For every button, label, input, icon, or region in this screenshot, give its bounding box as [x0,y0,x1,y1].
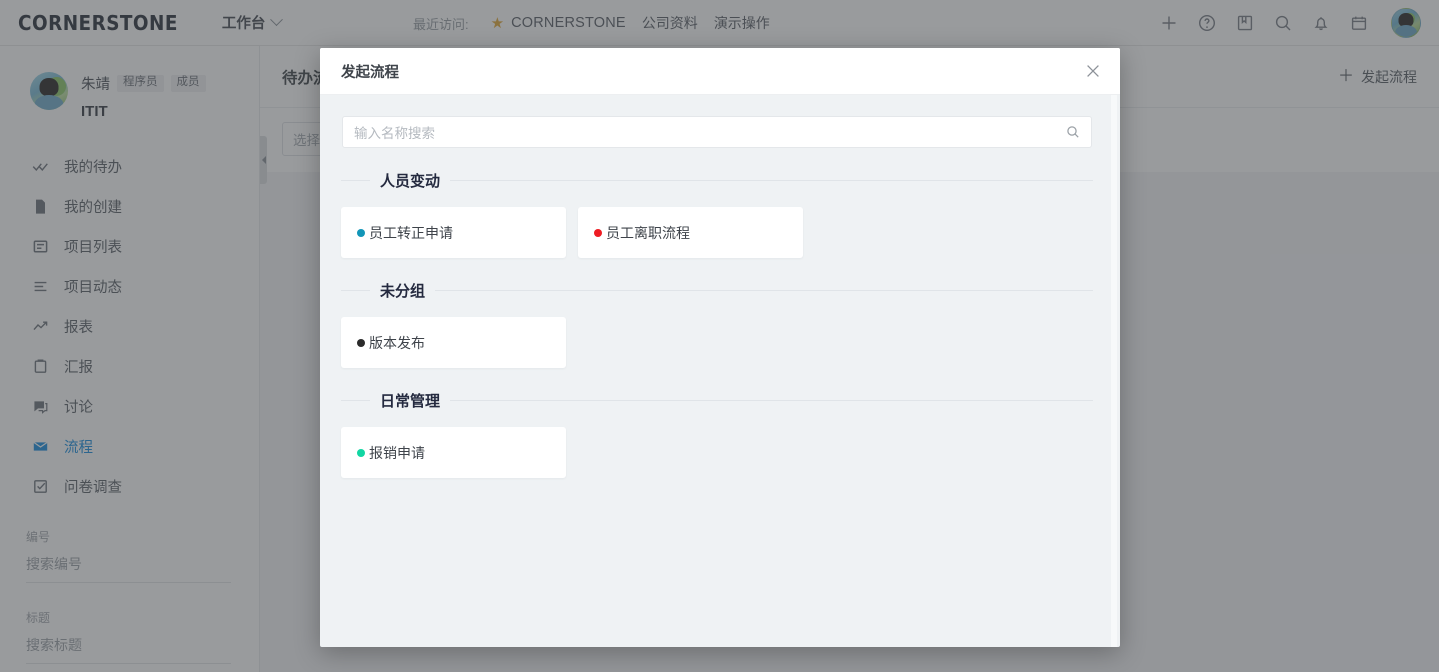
process-card-label: 报销申请 [369,444,425,461]
group-divider-left [341,400,370,401]
process-card[interactable]: 员工转正申请 [341,207,566,258]
dialog-header: 发起流程 [320,48,1120,95]
group-items: 报销申请 [341,427,1093,478]
group-divider-right [450,400,1093,401]
group-divider-left [341,180,370,181]
dialog-search-row: 输入名称搜索 [341,116,1093,148]
process-card[interactable]: 版本发布 [341,317,566,368]
dialog-scrollbar[interactable] [1111,95,1117,647]
dialog-scroll-area: 输入名称搜索 人员变动 员工转正申请 员工离职流程 未分组 版本发布 日常管理 … [320,95,1120,647]
group-items: 员工转正申请 员工离职流程 [341,207,1093,258]
group-divider-right [450,180,1093,181]
dialog-body: 输入名称搜索 人员变动 员工转正申请 员工离职流程 未分组 版本发布 日常管理 … [320,95,1120,647]
search-icon[interactable] [1066,125,1080,139]
group-title: 未分组 [380,283,426,300]
process-card-label: 员工转正申请 [369,224,453,241]
status-dot [357,338,365,347]
group-items: 版本发布 [341,317,1093,368]
group-header: 日常管理 [341,390,1093,411]
group-header: 未分组 [341,280,1093,301]
group-title: 日常管理 [380,393,441,410]
search-input-placeholder: 输入名称搜索 [354,126,435,141]
status-dot [357,228,365,237]
process-group: 日常管理 报销申请 [341,390,1093,478]
group-divider-right [435,290,1093,291]
process-card[interactable]: 报销申请 [341,427,566,478]
dialog-title: 发起流程 [341,64,399,81]
group-header: 人员变动 [341,170,1093,191]
group-divider-left [341,290,370,291]
status-dot [357,448,365,457]
process-card[interactable]: 员工离职流程 [578,207,803,258]
group-title: 人员变动 [380,173,441,190]
process-card-label: 版本发布 [369,334,425,351]
status-dot [594,228,602,237]
process-group: 人员变动 员工转正申请 员工离职流程 [341,170,1093,258]
process-card-label: 员工离职流程 [606,224,690,241]
process-group: 未分组 版本发布 [341,280,1093,368]
search-input[interactable]: 输入名称搜索 [342,116,1092,148]
start-process-dialog: 发起流程 输入名称搜索 人员变动 员工转正申请 员工离职流程 未分组 版本发布 … [320,48,1120,647]
close-icon[interactable] [1084,62,1102,80]
